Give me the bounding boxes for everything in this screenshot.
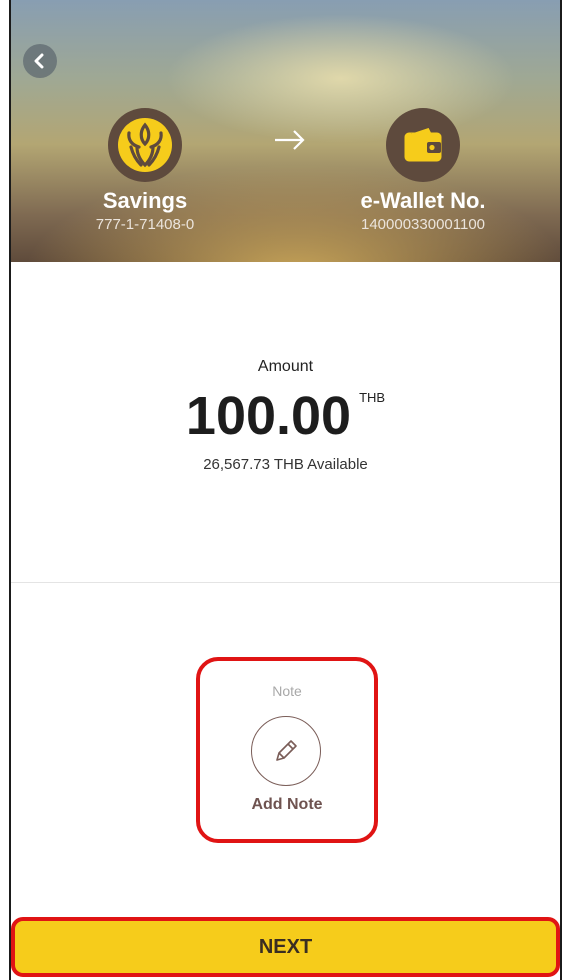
from-account-name: Savings [102,188,188,213]
add-note-label[interactable]: Add Note [200,796,374,814]
arrow-right-icon [275,130,305,150]
back-button[interactable] [23,44,57,78]
to-account-name: e-Wallet No. [360,188,486,213]
note-label: Note [272,683,302,699]
available-balance: 26,567.73 THB Available [203,456,368,473]
add-note-button[interactable] [251,716,321,786]
amount-currency: THB [359,390,386,405]
note-section: Note Add Note [196,657,378,843]
amount-value: 100.00 [185,386,352,446]
to-account-number: 140000330001100 [360,216,486,233]
amount-label: Amount [257,358,314,375]
bank-logo-icon [108,108,182,182]
from-account-number: 777-1-71408-0 [95,216,195,233]
transfer-screen: Savings 777-1-71408-0 e-Wallet No. 14000… [9,0,562,980]
transfer-header: Savings 777-1-71408-0 e-Wallet No. 14000… [9,0,562,262]
section-divider [9,582,562,583]
chevron-left-icon [34,53,44,69]
pencil-icon [276,740,297,761]
next-button[interactable]: NEXT [11,917,560,977]
wallet-icon [386,108,460,182]
amount-display[interactable]: 100.00 THB [9,380,562,452]
